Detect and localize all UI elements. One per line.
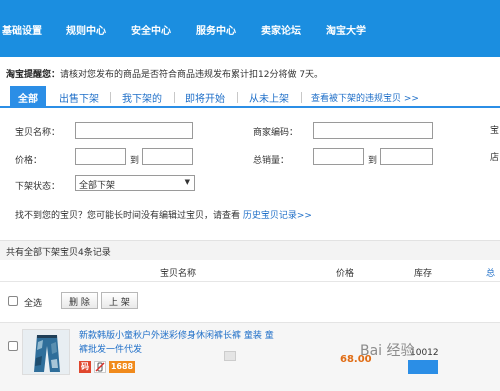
- sales-max-input[interactable]: [380, 148, 433, 165]
- sales-min-input[interactable]: [313, 148, 364, 165]
- removal-status-value: 全部下架: [79, 181, 116, 191]
- product-title-link[interactable]: 新款韩版小童秋户外迷彩修身休闲裤长裤 童装 童裤批发一件代发: [79, 329, 279, 357]
- stock-edit-button[interactable]: [408, 360, 438, 374]
- hint-text: 找不到您的宝贝？您可能长时间没有编辑过宝贝，请查看: [15, 211, 241, 221]
- total-sales-label: 总销量：: [253, 156, 290, 166]
- column-header-total-sales[interactable]: 总: [486, 266, 495, 279]
- violation-items-link[interactable]: 查看被下架的违规宝贝 >>: [311, 91, 419, 104]
- table-row: 新款韩版小童秋户外迷彩修身休闲裤长裤 童装 童裤批发一件代发 码 1688 68…: [0, 322, 500, 391]
- cut-off-label: 宝: [490, 126, 500, 136]
- cut-off-label: 店: [490, 153, 500, 163]
- nav-item-taobao-university[interactable]: 淘宝大学: [326, 22, 366, 37]
- delete-button[interactable]: 删 除: [61, 292, 98, 309]
- merchant-code-label: 商家编码：: [253, 128, 299, 138]
- select-all-label: 全选: [24, 299, 43, 309]
- top-nav-bar: 基础设置 规则中心 安全中心 服务中心 卖家论坛 淘宝大学: [0, 0, 500, 57]
- record-summary-text: 共有全部下架宝贝4条记录: [6, 248, 111, 258]
- nav-item-security-center[interactable]: 安全中心: [131, 22, 171, 37]
- select-all-checkbox[interactable]: [8, 296, 18, 306]
- nav-item-service-center[interactable]: 服务中心: [196, 22, 236, 37]
- notice-label: 淘宝提醒您：: [6, 70, 61, 80]
- removal-status-label: 下架状态：: [15, 182, 61, 192]
- status-tabs: 全部 出售下架 我下架的 即将开始 从未上架 查看被下架的违规宝贝 >>: [0, 86, 500, 108]
- nav-item-seller-forum[interactable]: 卖家论坛: [261, 22, 301, 37]
- tab-sold-out[interactable]: 出售下架: [59, 90, 99, 105]
- bulk-actions-bar: 全选 删 除 上 架: [0, 290, 500, 314]
- tab-divider: [110, 92, 111, 103]
- price-label: 价格：: [15, 156, 43, 166]
- tab-divider: [301, 92, 302, 103]
- merchant-code-input[interactable]: [313, 122, 433, 139]
- missing-items-hint: 找不到您的宝贝？您可能长时间没有编辑过宝贝，请查看 历史宝贝记录>>: [15, 208, 312, 221]
- notice-banner: 淘宝提醒您：请核对您发布的商品是否符合商品违规发布累计扣12分将做 7天。: [6, 67, 323, 80]
- table-header: 宝贝名称 价格 库存 总: [0, 262, 500, 282]
- edit-pencil-icon[interactable]: [224, 351, 236, 361]
- mobile-icon: [94, 361, 106, 373]
- nav-item-basic-settings[interactable]: 基础设置: [2, 22, 42, 37]
- removal-status-select[interactable]: 全部下架 ▼: [75, 175, 195, 191]
- price-to-label: 到: [130, 156, 140, 166]
- record-summary-bar: 共有全部下架宝贝4条记录: [0, 240, 500, 260]
- tab-all[interactable]: 全部: [10, 86, 46, 108]
- product-thumbnail[interactable]: [22, 329, 70, 375]
- column-header-item-name: 宝贝名称: [160, 269, 197, 279]
- sales-to-label: 到: [368, 156, 378, 166]
- notice-text: 请核对您发布的商品是否符合商品违规发布累计扣12分将做 7天。: [60, 70, 324, 80]
- tab-divider: [237, 92, 238, 103]
- alibaba-1688-badge: 1688: [109, 361, 135, 373]
- history-items-link[interactable]: 历史宝贝记录>>: [243, 211, 312, 221]
- tab-never-listed[interactable]: 从未上架: [249, 90, 289, 105]
- chevron-down-icon: ▼: [184, 178, 190, 186]
- item-name-label: 宝贝名称：: [15, 128, 61, 138]
- tab-starting-soon[interactable]: 即将开始: [185, 90, 225, 105]
- search-filters: 宝贝名称： 商家编码： 宝 价格： 到 总销量： 到 店 下架状态： 全部下架 …: [0, 110, 500, 230]
- nav-item-rules-center[interactable]: 规则中心: [66, 22, 106, 37]
- column-header-price: 价格: [336, 269, 355, 279]
- code-badge: 码: [79, 361, 91, 373]
- tab-removed-by-me[interactable]: 我下架的: [122, 90, 162, 105]
- row-checkbox[interactable]: [8, 341, 18, 351]
- column-header-stock: 库存: [414, 269, 433, 279]
- price-min-input[interactable]: [75, 148, 126, 165]
- tab-divider: [174, 92, 175, 103]
- relist-button[interactable]: 上 架: [101, 292, 138, 309]
- pants-image-icon: [23, 330, 69, 374]
- price-max-input[interactable]: [142, 148, 193, 165]
- baidu-watermark: Bai 经验: [360, 343, 415, 359]
- item-name-input[interactable]: [75, 122, 193, 139]
